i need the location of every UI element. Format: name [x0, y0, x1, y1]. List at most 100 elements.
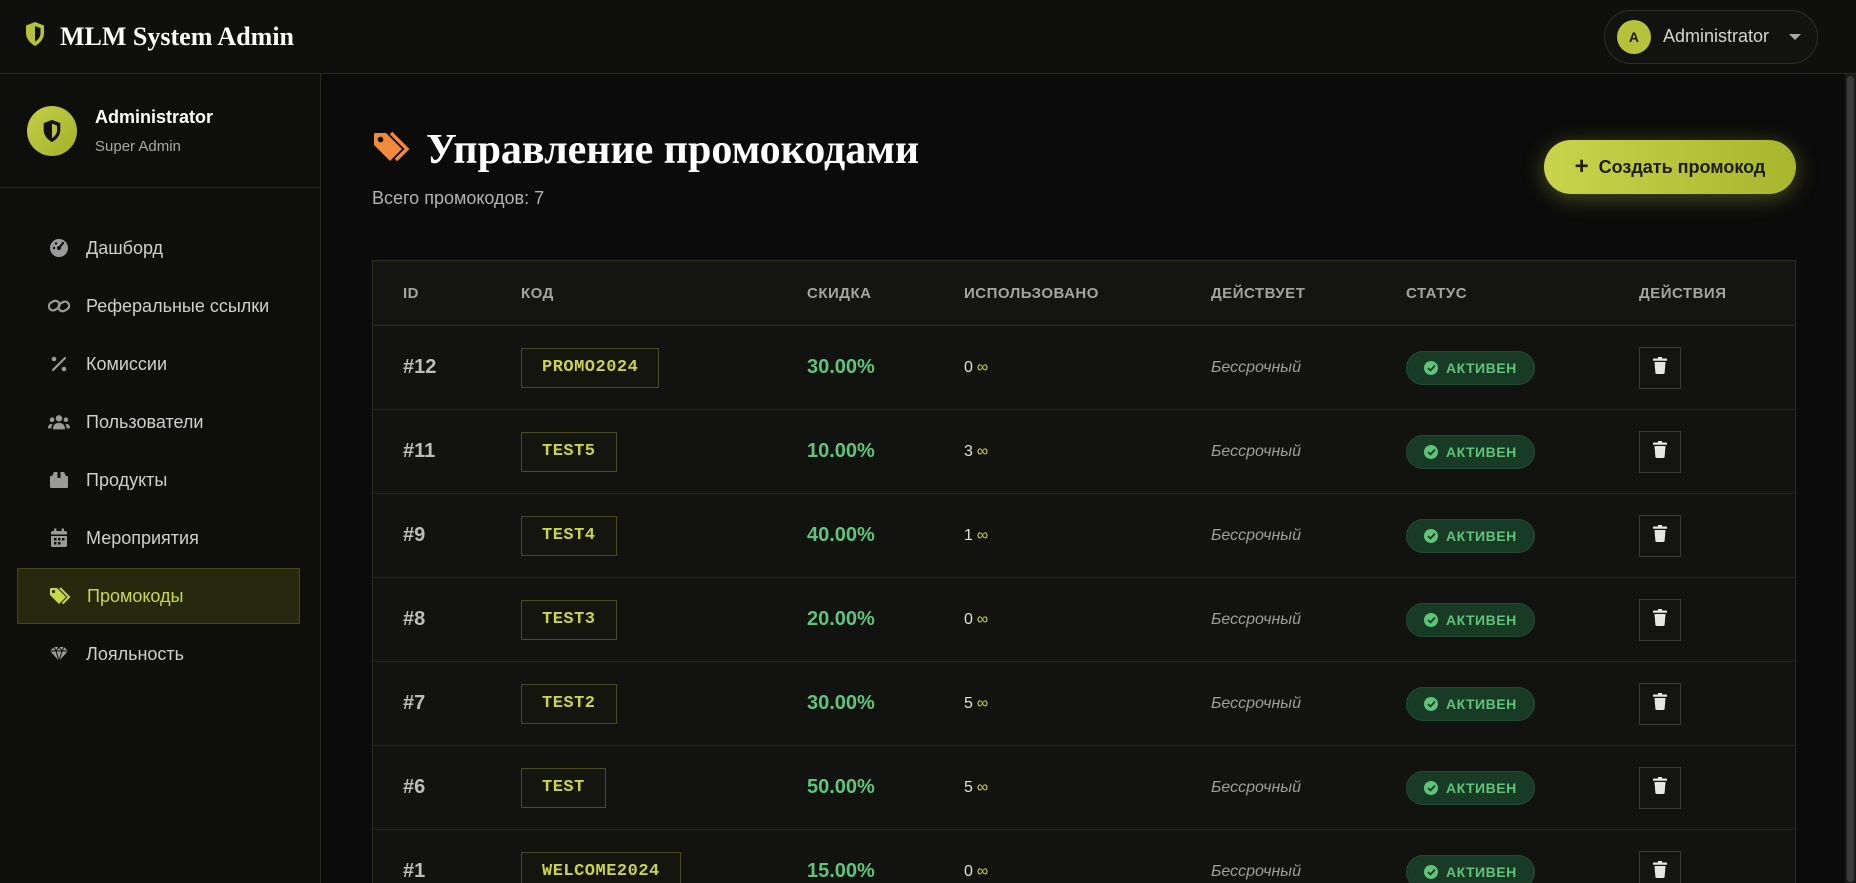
promocode-id: #9	[403, 524, 426, 546]
scrollbar[interactable]	[1845, 74, 1856, 883]
column-header-id: ID	[403, 284, 419, 302]
delete-button[interactable]	[1639, 850, 1681, 883]
status-label: АКТИВЕН	[1446, 779, 1517, 796]
sidebar-nav: Дашборд Реферальные ссылки Комиссии Поль…	[0, 188, 320, 682]
column-header-status: СТАТУС	[1406, 284, 1468, 302]
delete-button[interactable]	[1639, 682, 1681, 725]
scrollbar-thumb[interactable]	[1847, 76, 1854, 882]
delete-button[interactable]	[1639, 346, 1681, 389]
box-icon	[48, 469, 70, 491]
infinity-icon: ∞	[976, 862, 989, 880]
promocode-validity: Бессрочный	[1211, 694, 1301, 712]
user-name: Administrator	[1662, 26, 1769, 46]
sidebar-item-dashboard[interactable]: Дашборд	[17, 220, 300, 276]
sidebar-profile: Administrator Super Admin	[0, 74, 320, 188]
trash-icon	[1653, 524, 1667, 547]
trash-icon	[1653, 440, 1667, 463]
promocode-discount: 30.00%	[807, 692, 875, 714]
page-header: Управление промокодами Всего промокодов:…	[372, 126, 919, 209]
sidebar-item-events[interactable]: Мероприятия	[17, 510, 300, 566]
promocode-discount: 10.00%	[807, 440, 875, 462]
promocode-code: WELCOME2024	[521, 851, 681, 883]
promocode-id: #11	[403, 440, 436, 462]
promocode-id: #6	[403, 776, 426, 798]
promocode-used: 3	[964, 442, 973, 460]
status-label: АКТИВЕН	[1446, 527, 1517, 544]
table-row: #11 TEST5 10.00% 3 ∞ Бессрочный АКТИВЕН	[373, 410, 1795, 494]
promocode-validity: Бессрочный	[1211, 358, 1301, 376]
page-title: Управление промокодами	[426, 127, 920, 173]
promocode-code: TEST5	[521, 431, 617, 472]
delete-button[interactable]	[1639, 598, 1681, 641]
chevron-down-icon	[1789, 33, 1801, 40]
trash-icon	[1653, 776, 1667, 799]
promocode-used: 0	[964, 862, 973, 880]
sidebar-item-promocodes[interactable]: Промокоды	[17, 568, 300, 624]
table-header: ID КОД СКИДКА ИСПОЛЬЗОВАНО ДЕЙСТВУЕТ СТА…	[373, 261, 1795, 326]
sidebar-item-label: Продукты	[86, 469, 168, 490]
promocode-discount: 15.00%	[807, 860, 875, 882]
dashboard-icon	[48, 237, 70, 259]
create-promocode-button[interactable]: + Создать промокод	[1544, 140, 1796, 194]
app-title: MLM System Admin	[60, 21, 294, 51]
sidebar-item-referral-links[interactable]: Реферальные ссылки	[17, 278, 300, 334]
brand[interactable]: MLM System Admin	[24, 21, 294, 52]
check-circle-icon	[1424, 864, 1438, 879]
table-row: #8 TEST3 20.00% 0 ∞ Бессрочный АКТИВЕН	[373, 578, 1795, 662]
admin-shield-icon	[27, 105, 77, 156]
check-circle-icon	[1424, 696, 1438, 711]
profile-role: Super Admin	[95, 137, 181, 155]
status-badge: АКТИВЕН	[1406, 602, 1535, 637]
sidebar-item-label: Мероприятия	[86, 527, 199, 548]
promocode-id: #8	[403, 608, 426, 630]
sidebar-item-label: Дашборд	[86, 237, 164, 258]
table-row: #9 TEST4 40.00% 1 ∞ Бессрочный АКТИВЕН	[373, 494, 1795, 578]
status-badge: АКТИВЕН	[1406, 350, 1535, 385]
gem-icon	[48, 643, 70, 665]
promocode-code: PROMO2024	[521, 347, 660, 388]
link-icon	[48, 295, 70, 317]
avatar: A	[1616, 19, 1651, 54]
check-circle-icon	[1424, 528, 1438, 543]
status-label: АКТИВЕН	[1446, 443, 1517, 460]
promocode-used: 0	[964, 610, 973, 628]
promocode-validity: Бессрочный	[1211, 610, 1301, 628]
promocode-code: TEST2	[521, 683, 617, 724]
promocode-used: 5	[964, 694, 973, 712]
infinity-icon: ∞	[976, 778, 989, 796]
sidebar-item-loyalty[interactable]: Лояльность	[17, 626, 300, 682]
plus-icon: +	[1574, 153, 1589, 180]
table-body: #12 PROMO2024 30.00% 0 ∞ Бессрочный АКТИВ…	[373, 326, 1795, 883]
delete-button[interactable]	[1639, 430, 1681, 473]
promocode-used: 1	[964, 526, 973, 544]
percent-icon	[48, 353, 70, 375]
promocode-id: #7	[403, 692, 426, 714]
column-header-code: КОД	[521, 284, 554, 302]
sidebar-item-label: Реферальные ссылки	[86, 295, 270, 316]
delete-button[interactable]	[1639, 766, 1681, 809]
check-circle-icon	[1424, 360, 1438, 375]
sidebar-item-users[interactable]: Пользователи	[17, 394, 300, 450]
promocode-code: TEST	[521, 767, 606, 808]
profile-name: Administrator	[95, 106, 214, 127]
status-label: АКТИВЕН	[1446, 359, 1517, 376]
sidebar-item-label: Комиссии	[86, 353, 168, 374]
check-circle-icon	[1424, 444, 1438, 459]
promocode-discount: 30.00%	[807, 356, 875, 378]
user-menu-button[interactable]: A Administrator	[1603, 9, 1818, 64]
sidebar-item-products[interactable]: Продукты	[17, 452, 300, 508]
trash-icon	[1653, 608, 1667, 631]
sidebar-item-commissions[interactable]: Комиссии	[17, 336, 300, 392]
top-bar: MLM System Admin A Administrator	[0, 0, 1856, 74]
delete-button[interactable]	[1639, 514, 1681, 557]
main-content: Управление промокодами Всего промокодов:…	[322, 74, 1856, 883]
status-badge: АКТИВЕН	[1406, 518, 1535, 553]
tags-icon	[49, 585, 71, 607]
trash-icon	[1653, 356, 1667, 379]
infinity-icon: ∞	[976, 358, 989, 376]
status-label: АКТИВЕН	[1446, 863, 1517, 880]
column-header-discount: СКИДКА	[807, 284, 872, 302]
promocode-count: Всего промокодов: 7	[372, 188, 545, 208]
promocode-discount: 40.00%	[807, 524, 875, 546]
sidebar: Administrator Super Admin Дашборд Рефера…	[0, 74, 321, 883]
